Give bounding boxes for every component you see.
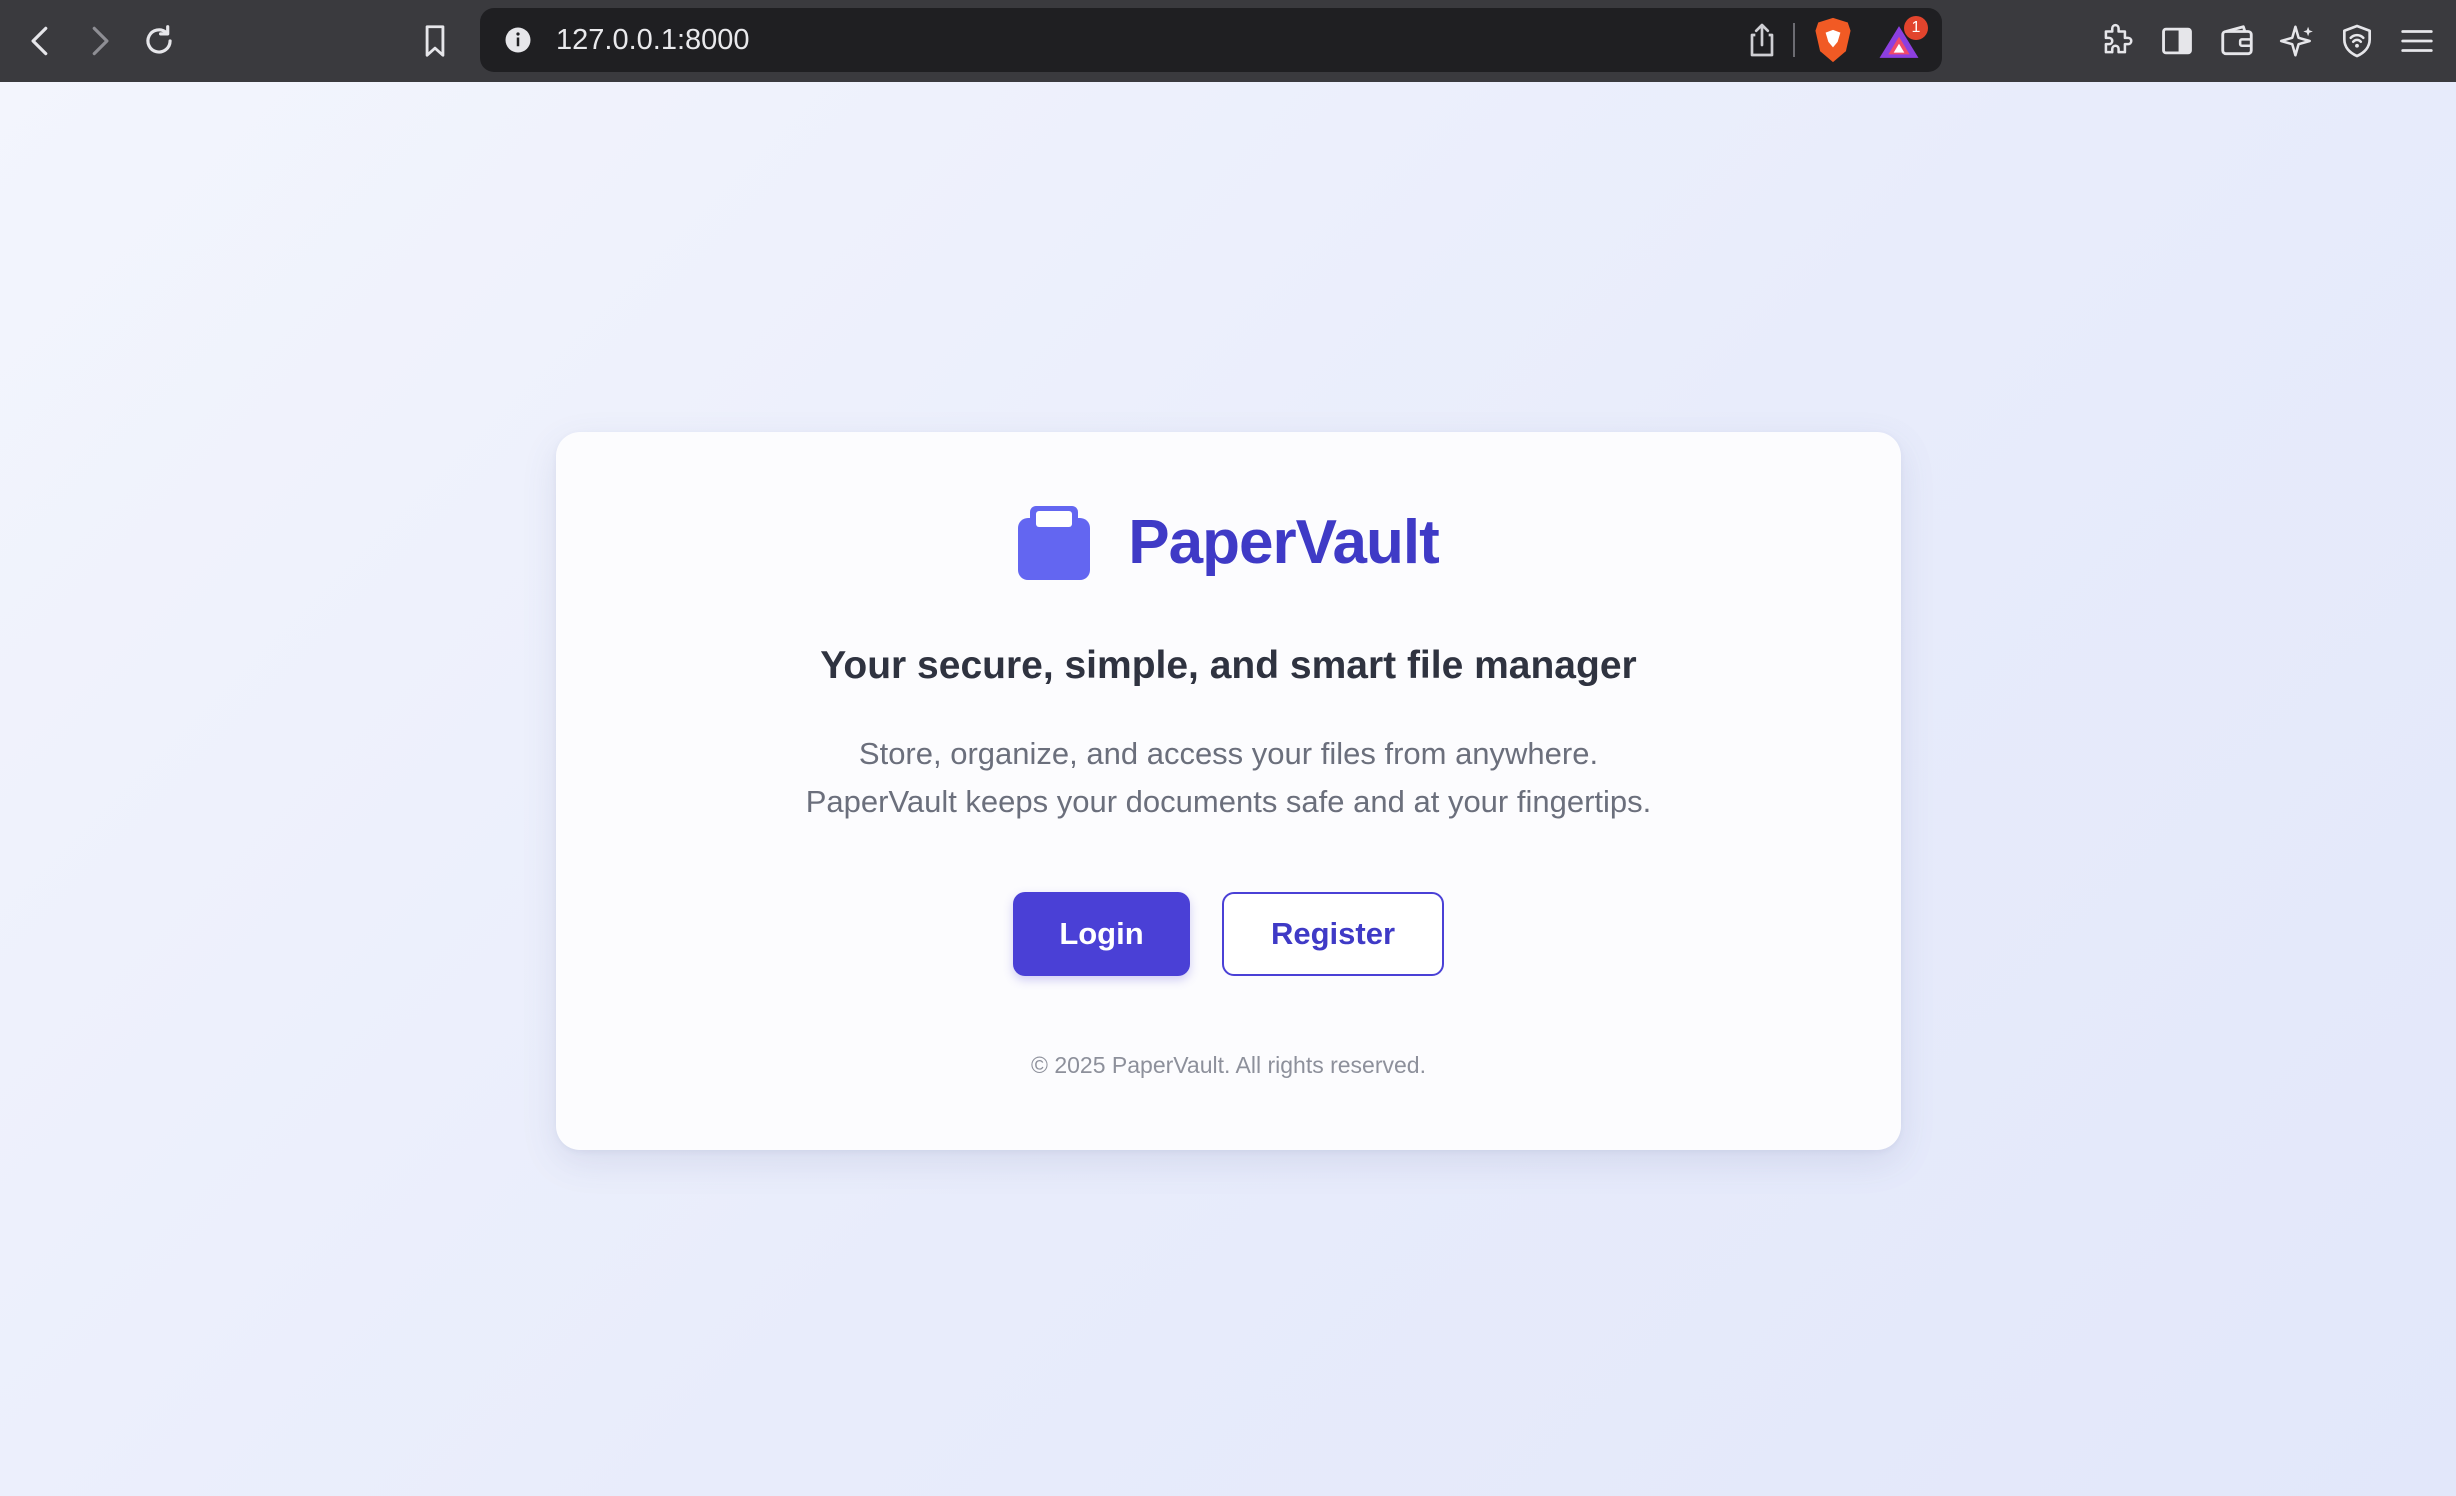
leo-ai-icon[interactable] [2270,14,2324,68]
extensions-icon[interactable] [2090,14,2144,68]
brave-shields-icon[interactable] [1810,16,1856,64]
bookmark-icon[interactable] [408,14,462,68]
brand-name: PaperVault [1128,507,1439,577]
page-background: PaperVault Your secure, simple, and smar… [0,82,2456,1496]
login-button[interactable]: Login [1013,892,1190,976]
wallet-icon[interactable] [2210,14,2264,68]
browser-toolbar: 127.0.0.1:8000 1 [0,0,2456,83]
share-icon[interactable] [1742,20,1782,60]
copyright-footer: © 2025 PaperVault. All rights reserved. [1031,1052,1426,1078]
vpn-icon[interactable] [2330,14,2384,68]
address-bar-divider [1793,23,1795,57]
description: Store, organize, and access your files f… [556,730,1901,826]
action-buttons: Login Register [556,892,1901,976]
welcome-card: PaperVault Your secure, simple, and smar… [556,432,1901,1150]
brand-header: PaperVault [556,504,1901,580]
description-line-1: Store, organize, and access your files f… [858,736,1599,771]
description-line-2: PaperVault keeps your documents safe and… [805,784,1652,819]
forward-icon[interactable] [72,14,126,68]
brave-rewards-icon[interactable]: 1 [1876,16,1928,64]
site-info-icon[interactable] [496,18,540,62]
rewards-badge: 1 [1904,16,1928,40]
address-bar[interactable]: 127.0.0.1:8000 1 [480,8,1942,72]
register-button[interactable]: Register [1222,892,1444,976]
url-text[interactable]: 127.0.0.1:8000 [556,8,750,72]
page-headline: Your secure, simple, and smart file mana… [820,644,1637,687]
folder-logo-icon [1018,506,1091,580]
menu-icon[interactable] [2390,14,2444,68]
back-icon[interactable] [14,14,68,68]
sidebar-icon[interactable] [2150,14,2204,68]
reload-icon[interactable] [132,14,186,68]
